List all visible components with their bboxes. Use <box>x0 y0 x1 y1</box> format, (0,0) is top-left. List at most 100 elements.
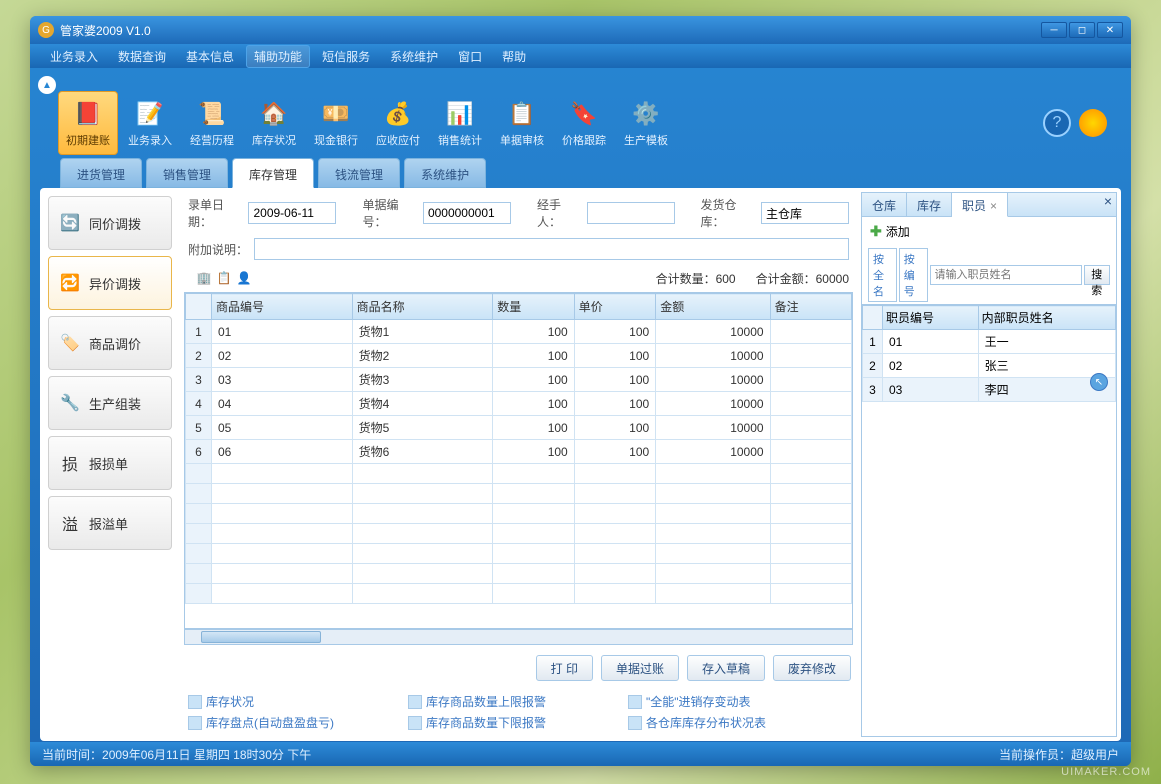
menu-item-1[interactable]: 数据查询 <box>110 45 174 68</box>
menu-item-5[interactable]: 系统维护 <box>382 45 446 68</box>
sidebar-item-0[interactable]: 🔄同价调拨 <box>48 196 172 250</box>
goods-grid[interactable]: 商品编号商品名称数量单价金额备注101货物110010010000202货物21… <box>184 292 853 629</box>
window-title: 管家婆2009 V1.0 <box>60 22 1041 39</box>
emp-row[interactable]: 303李四 <box>863 378 1116 402</box>
toolbar-icon-8: 🔖 <box>568 98 600 130</box>
calendar-icon[interactable]: 📋 <box>216 270 232 286</box>
table-row-empty[interactable] <box>186 584 852 604</box>
tab-close-icon[interactable]: × <box>990 199 997 213</box>
toolbar-button-6[interactable]: 📊销售统计 <box>430 91 490 155</box>
emp-grid-header[interactable]: 职员编号 <box>883 306 979 330</box>
close-button[interactable]: ✕ <box>1097 22 1123 38</box>
right-tab-1[interactable]: 库存 <box>907 193 952 216</box>
quick-link-3[interactable]: 库存盘点(自动盘盈盘亏) <box>188 714 368 731</box>
panel-close-icon[interactable]: × <box>1104 193 1112 209</box>
table-row-empty[interactable] <box>186 524 852 544</box>
sidebar-item-4[interactable]: 损报损单 <box>48 436 172 490</box>
employee-search-input[interactable] <box>930 265 1082 285</box>
toolbar-button-0[interactable]: 📕初期建账 <box>58 91 118 155</box>
right-tab-0[interactable]: 仓库 <box>862 193 907 216</box>
grid-header[interactable]: 单价 <box>574 294 655 320</box>
org-icon[interactable]: 🏢 <box>196 270 212 286</box>
note-input[interactable] <box>254 238 849 260</box>
grid-header[interactable]: 商品编号 <box>212 294 353 320</box>
toolbar-button-7[interactable]: 📋单据审核 <box>492 91 552 155</box>
add-button[interactable]: ✚ 添加 <box>862 217 1116 246</box>
toolbar-button-1[interactable]: 📝业务录入 <box>120 91 180 155</box>
quick-link-1[interactable]: 库存商品数量上限报警 <box>408 693 588 710</box>
total-amt-value: 60000 <box>816 272 849 286</box>
table-row[interactable]: 606货物610010010000 <box>186 440 852 464</box>
employee-grid[interactable]: 职员编号内部职员姓名101王一202张三303李四 ↖ <box>862 304 1116 736</box>
right-tab-2[interactable]: 职员× <box>952 193 1008 217</box>
main-tab-3[interactable]: 钱流管理 <box>318 158 400 188</box>
grid-header[interactable]: 金额 <box>656 294 770 320</box>
toolbar-icon-5: 💰 <box>382 98 414 130</box>
toolbar-icon-6: 📊 <box>444 98 476 130</box>
quick-link-2[interactable]: "全能"进销存变动表 <box>628 693 808 710</box>
table-row-empty[interactable] <box>186 564 852 584</box>
table-row[interactable]: 505货物510010010000 <box>186 416 852 440</box>
post-button[interactable]: 单据过账 <box>601 655 679 681</box>
doc-input[interactable] <box>423 202 511 224</box>
emp-grid-header[interactable]: 内部职员姓名 <box>978 306 1115 330</box>
emp-row[interactable]: 101王一 <box>863 330 1116 354</box>
sidebar-icon-0: 🔄 <box>59 212 81 234</box>
collapse-toggle-icon[interactable]: ▲ <box>38 76 56 94</box>
table-row[interactable]: 101货物110010010000 <box>186 320 852 344</box>
menubar: 业务录入数据查询基本信息辅助功能短信服务系统维护窗口帮助 <box>30 44 1131 68</box>
table-row-empty[interactable] <box>186 504 852 524</box>
main-tab-4[interactable]: 系统维护 <box>404 158 486 188</box>
sidebar-item-1[interactable]: 🔁异价调拨 <box>48 256 172 310</box>
table-row-empty[interactable] <box>186 484 852 504</box>
menu-item-2[interactable]: 基本信息 <box>178 45 242 68</box>
quick-link-4[interactable]: 库存商品数量下限报警 <box>408 714 588 731</box>
date-input[interactable] <box>248 202 336 224</box>
search-button[interactable]: 搜索 <box>1084 265 1111 285</box>
maximize-button[interactable]: ◻ <box>1069 22 1095 38</box>
sidebar-item-5[interactable]: 溢报溢单 <box>48 496 172 550</box>
toolbar-button-2[interactable]: 📜经营历程 <box>182 91 242 155</box>
grid-header[interactable]: 备注 <box>770 294 851 320</box>
toolbar-button-8[interactable]: 🔖价格跟踪 <box>554 91 614 155</box>
handler-input[interactable] <box>587 202 675 224</box>
sidebar-item-2[interactable]: 🏷️商品调价 <box>48 316 172 370</box>
total-qty-label: 合计数量： <box>656 272 716 286</box>
warehouse-input[interactable] <box>761 202 849 224</box>
table-row-empty[interactable] <box>186 544 852 564</box>
toolbar-button-4[interactable]: 💴现金银行 <box>306 91 366 155</box>
main-tab-1[interactable]: 销售管理 <box>146 158 228 188</box>
main-tab-0[interactable]: 进货管理 <box>60 158 142 188</box>
menu-item-7[interactable]: 帮助 <box>494 45 534 68</box>
grid-header[interactable]: 数量 <box>493 294 574 320</box>
toolbar-button-3[interactable]: 🏠库存状况 <box>244 91 304 155</box>
main-tab-2[interactable]: 库存管理 <box>232 158 314 188</box>
toolbar-button-5[interactable]: 💰应收应付 <box>368 91 428 155</box>
person-icon[interactable]: 👤 <box>236 270 252 286</box>
help-icon[interactable]: ? <box>1043 109 1071 137</box>
menu-item-3[interactable]: 辅助功能 <box>246 45 310 68</box>
table-row[interactable]: 404货物410010010000 <box>186 392 852 416</box>
table-row[interactable]: 303货物310010010000 <box>186 368 852 392</box>
link-icon <box>628 716 642 730</box>
print-button[interactable]: 打 印 <box>536 655 593 681</box>
menu-item-4[interactable]: 短信服务 <box>314 45 378 68</box>
table-row[interactable]: 202货物210010010000 <box>186 344 852 368</box>
table-row-empty[interactable] <box>186 464 852 484</box>
filter-code-button[interactable]: 按编号 <box>899 248 928 302</box>
titlebar[interactable]: G 管家婆2009 V1.0 ─ ◻ ✕ <box>30 16 1131 44</box>
quick-link-0[interactable]: 库存状况 <box>188 693 368 710</box>
discard-button[interactable]: 废弃修改 <box>773 655 851 681</box>
minimize-button[interactable]: ─ <box>1041 22 1067 38</box>
filter-fullname-button[interactable]: 按全名 <box>868 248 897 302</box>
activity-icon[interactable] <box>1079 109 1107 137</box>
draft-button[interactable]: 存入草稿 <box>687 655 765 681</box>
menu-item-0[interactable]: 业务录入 <box>42 45 106 68</box>
toolbar-button-9[interactable]: ⚙️生产模板 <box>616 91 676 155</box>
sidebar-item-3[interactable]: 🔧生产组装 <box>48 376 172 430</box>
grid-horizontal-scrollbar[interactable] <box>184 629 853 645</box>
quick-link-5[interactable]: 各仓库库存分布状况表 <box>628 714 808 731</box>
emp-row[interactable]: 202张三 <box>863 354 1116 378</box>
menu-item-6[interactable]: 窗口 <box>450 45 490 68</box>
grid-header[interactable]: 商品名称 <box>352 294 493 320</box>
